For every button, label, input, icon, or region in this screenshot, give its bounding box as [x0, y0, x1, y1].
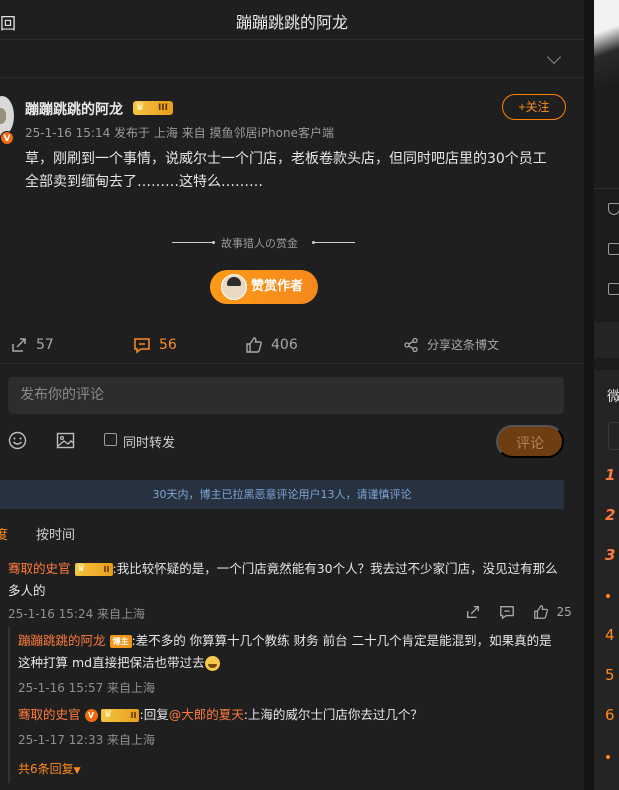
- verified-badge: V: [84, 709, 98, 722]
- comment-icon[interactable]: [499, 604, 515, 620]
- submit-comment-button[interactable]: 评论: [496, 425, 564, 458]
- repost-count: 57: [36, 337, 54, 353]
- comment-count: 56: [159, 337, 177, 353]
- reply-author-name[interactable]: 骞取的史官: [18, 707, 81, 722]
- repost-icon[interactable]: [465, 604, 481, 620]
- comment-action[interactable]: 56: [133, 336, 177, 354]
- thumbs-up-icon: [246, 337, 262, 353]
- shield-icon[interactable]: [608, 203, 619, 215]
- rank-number: 2: [605, 506, 616, 524]
- share-icon: [404, 337, 418, 352]
- rank-dot: [606, 755, 610, 759]
- comment-item: 骞取的史官 II:我比较怀疑的是，一个门店竟然能有30个人？我去过不少家门店，没…: [8, 558, 564, 602]
- collapse-row: [0, 40, 584, 78]
- follow-button[interactable]: +关注: [502, 94, 566, 120]
- reply-item: 骞取的史官 V II:回复@大郎的夏天:上海的威尔士门店你去过几个？: [18, 704, 564, 726]
- page-header: 回 蹦蹦跳跳的阿龙: [0, 0, 584, 40]
- right-sidebar: 微 1 2 3 4 5 6: [594, 0, 619, 790]
- post-text: 草，刚刷到一个事情，说威尔士一个门店，老板卷款头店，但同时吧店里的30个员工全部…: [25, 151, 547, 190]
- list-icon[interactable]: [608, 283, 619, 295]
- reward-divider-right: [312, 241, 355, 244]
- profile-cover-image: [594, 0, 619, 88]
- post-author-name[interactable]: 蹦蹦跳跳的阿龙: [25, 99, 123, 119]
- blogger-badge: 博主: [109, 635, 132, 648]
- reply-text: :上海的威尔士门店你去过几个？: [243, 707, 423, 722]
- reply-meta: 25-1-17 12:33 来自上海: [18, 733, 156, 747]
- repost-action[interactable]: 57: [10, 336, 54, 354]
- repost-checkbox-label: 同时转发: [123, 436, 176, 451]
- scroll-gutter: [584, 0, 594, 790]
- repost-checkbox[interactable]: [104, 433, 117, 446]
- hot-search-input[interactable]: [608, 422, 619, 450]
- comment-actions: 25: [465, 604, 572, 620]
- hot-search-title: 微: [607, 389, 619, 405]
- caret-down-icon: ▼: [73, 766, 81, 776]
- chevron-down-icon[interactable]: [546, 49, 562, 65]
- comment-icon: [134, 338, 150, 354]
- reward-avatar: [221, 274, 247, 300]
- reply-author-name[interactable]: 蹦蹦跳跳的阿龙: [18, 633, 106, 648]
- comment-input[interactable]: 发布你的评论: [8, 377, 564, 414]
- level-badge: II: [101, 708, 140, 722]
- rank-number: 4: [605, 626, 615, 644]
- blocked-users-notice: 30天内，博主已拉黑恶意评论用户13人，请谨慎评论: [0, 480, 564, 509]
- repost-icon: [12, 338, 26, 352]
- rank-number: 3: [605, 546, 616, 564]
- more-replies-link[interactable]: 共6条回复▼: [18, 760, 81, 777]
- rank-number: 5: [605, 666, 615, 684]
- laughing-emoji-icon: [204, 656, 220, 671]
- document-icon[interactable]: [608, 243, 619, 255]
- more-replies-label: 共6条回复: [18, 762, 74, 776]
- sidebar-divider: [594, 188, 619, 189]
- level-badge: III: [133, 100, 173, 115]
- sort-by-hot-tab[interactable]: 度: [0, 524, 8, 543]
- mention-link[interactable]: @大郎的夏天: [169, 707, 244, 722]
- rank-number: 6: [605, 706, 615, 724]
- level-badge: II: [74, 562, 113, 576]
- like-count: 406: [271, 337, 298, 353]
- share-action[interactable]: 分享这条博文: [403, 336, 499, 353]
- commenter-name[interactable]: 骞取的史官: [8, 561, 71, 576]
- rank-dot: [606, 594, 610, 598]
- sidebar-card: [594, 322, 619, 358]
- main-column: 回 蹦蹦跳跳的阿龙 V 蹦蹦跳跳的阿龙 III 25-1-16 15:14 发布…: [0, 0, 584, 790]
- like-action[interactable]: 406: [245, 336, 298, 354]
- sort-by-time-tab[interactable]: 按时间: [36, 524, 75, 543]
- reply-item: 蹦蹦跳跳的阿龙 博主:差不多的 你算算十几个教练 财务 前台 二十几个肯定是能混…: [18, 630, 564, 674]
- rank-number: 1: [605, 466, 616, 484]
- reward-label: 故事猎人の赏金: [221, 237, 298, 250]
- thumbs-up-icon[interactable]: [533, 604, 549, 620]
- share-label: 分享这条博文: [427, 338, 500, 352]
- author-avatar[interactable]: [0, 96, 14, 136]
- reward-divider-left: [172, 241, 215, 244]
- reply-prefix: :回复: [139, 707, 169, 722]
- comment-meta: 25-1-16 15:24 来自上海: [8, 607, 146, 621]
- comment-like-count: 25: [556, 605, 572, 619]
- post-meta: 25-1-16 15:14 发布于 上海 来自 摸鱼邻居iPhone客户端: [25, 126, 334, 140]
- image-icon[interactable]: [56, 431, 75, 450]
- reply-meta: 25-1-16 15:57 来自上海: [18, 681, 156, 695]
- emoji-icon[interactable]: [8, 431, 27, 450]
- page-title: 蹦蹦跳跳的阿龙: [235, 13, 348, 32]
- post-actions: 57 56 406 分享这条博文: [0, 330, 584, 364]
- verified-badge: V: [0, 131, 14, 145]
